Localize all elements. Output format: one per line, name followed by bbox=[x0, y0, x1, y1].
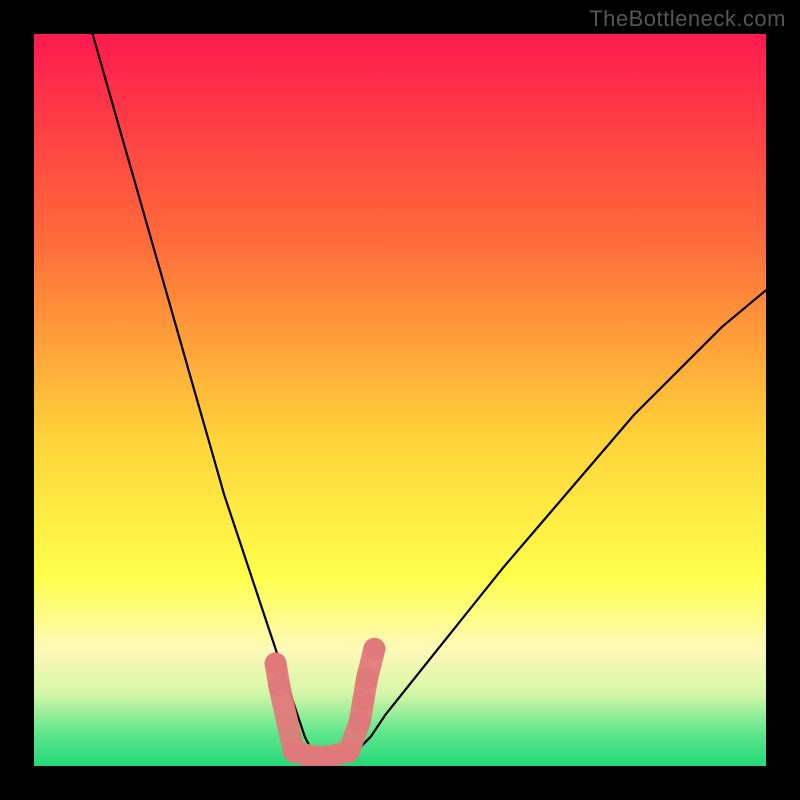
bead-point bbox=[363, 638, 385, 660]
bead-point bbox=[265, 653, 287, 675]
bottleneck-chart bbox=[34, 34, 766, 766]
bead-point bbox=[352, 689, 374, 711]
chart-background bbox=[34, 34, 766, 766]
bead-point bbox=[356, 667, 378, 689]
watermark-label: TheBottleneck.com bbox=[589, 6, 786, 32]
plot-area bbox=[34, 34, 766, 766]
bead-point bbox=[338, 740, 360, 762]
bead-point bbox=[349, 711, 371, 733]
bead-point bbox=[268, 675, 290, 697]
chart-frame: TheBottleneck.com bbox=[0, 0, 800, 800]
